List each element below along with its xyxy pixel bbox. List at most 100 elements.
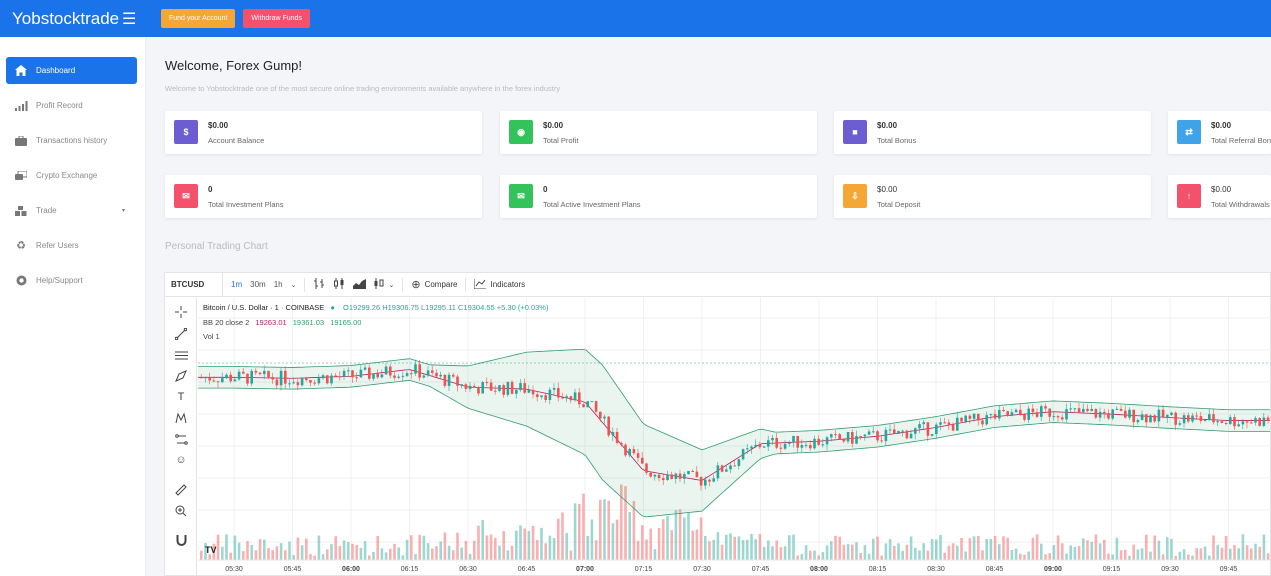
time-axis: 05:30 05:45 06:00 06:15 06:30 06:45 07:00 07:15… <box>198 559 1271 573</box>
candles-icon[interactable] <box>333 278 345 291</box>
volume-bar <box>1182 549 1186 560</box>
timeframe-1h[interactable]: 1h <box>274 280 283 289</box>
candle-body <box>657 474 661 479</box>
chevron-down-icon[interactable]: ⌄ <box>388 281 394 289</box>
volume-bar <box>1073 546 1077 560</box>
volume-bar <box>317 535 321 560</box>
volume-bar <box>342 540 346 560</box>
candle-body <box>410 373 413 375</box>
ruler-icon[interactable] <box>173 482 189 498</box>
chevron-down-icon[interactable]: ⌄ <box>291 281 297 289</box>
crosshair-icon[interactable] <box>173 304 189 320</box>
candle-body <box>1014 409 1018 413</box>
candle-body <box>788 442 791 444</box>
zoom-in-icon[interactable] <box>173 503 189 519</box>
volume-bar <box>300 545 304 560</box>
volume-bar <box>720 544 724 560</box>
sidebar-item-trade[interactable]: Trade ▾ <box>6 197 137 224</box>
volume-bar <box>1111 554 1114 560</box>
emoji-icon[interactable]: ☺ <box>173 452 189 468</box>
volume-bar <box>1056 535 1060 560</box>
envelope-icon: ✉ <box>174 184 198 208</box>
candle-body <box>443 374 447 386</box>
bar-style-icon[interactable] <box>313 278 325 291</box>
pattern-icon[interactable] <box>173 410 189 426</box>
sidebar-item-dashboard[interactable]: Dashboard <box>6 57 137 84</box>
sidebar-item-profit-record[interactable]: Profit Record <box>6 92 137 119</box>
candle-body <box>1128 409 1131 418</box>
volume-bar <box>1107 553 1110 560</box>
text-tool-icon[interactable]: T <box>173 389 189 405</box>
volume-bar <box>615 519 619 560</box>
candle-body <box>590 401 594 403</box>
price-chart[interactable]: 05:30 05:45 06:00 06:15 06:30 06:45 07:00 07:15… <box>198 298 1271 575</box>
candle-body <box>762 446 766 448</box>
sidebar-item-transactions-history[interactable]: Transactions history <box>6 127 137 154</box>
volume-bar <box>569 550 573 560</box>
indicators-icon[interactable] <box>473 278 487 291</box>
volume-bar <box>296 537 300 560</box>
volume-bar <box>670 530 673 560</box>
magnet-icon[interactable] <box>173 532 189 548</box>
candle-body <box>1254 418 1257 423</box>
measure-range-icon[interactable] <box>173 431 189 447</box>
hamburger-icon[interactable]: ☰ <box>122 9 142 29</box>
stat-label: Account Balance <box>208 136 265 145</box>
trend-line-icon[interactable] <box>173 326 189 342</box>
candle-body <box>586 401 589 408</box>
candle-body <box>439 374 442 377</box>
volume-bar <box>863 545 867 560</box>
sidebar-item-refer-users[interactable]: ♻ Refer Users <box>6 232 137 259</box>
brand-logo-text[interactable]: Yobstocktrade <box>0 9 119 29</box>
candle-body <box>935 424 938 435</box>
candle-body <box>817 438 820 445</box>
candle-body <box>1098 411 1102 418</box>
candle-body <box>557 387 560 398</box>
area-chart-icon[interactable] <box>353 278 367 291</box>
candle-body <box>830 434 833 438</box>
symbol-search[interactable]: BTCUSD <box>165 272 223 297</box>
brush-icon[interactable] <box>173 368 189 384</box>
candle-body <box>565 396 568 399</box>
volume-bar <box>258 539 262 560</box>
trading-chart-widget[interactable]: BTCUSD 1m 30m 1h ⌄ ⌄ ⊕ Compare Indicator… <box>164 272 1271 576</box>
volume-bar <box>695 529 699 560</box>
indicators-button[interactable]: Indicators <box>490 280 525 289</box>
candle-body <box>1170 412 1173 415</box>
volume-bar <box>1010 550 1014 560</box>
fund-account-button[interactable]: Fund your Account <box>161 9 236 28</box>
candle-type-icon[interactable] <box>374 278 384 291</box>
sidebar-item-help-support[interactable]: Help/Support <box>6 267 137 294</box>
horizontal-lines-icon[interactable] <box>173 347 189 363</box>
volume-bar <box>565 532 568 560</box>
volume-bar <box>1048 553 1051 560</box>
compare-button[interactable]: Compare <box>425 280 458 289</box>
volume-bar <box>1023 554 1026 560</box>
sidebar-item-crypto-exchange[interactable]: Crypto Exchange <box>6 162 137 189</box>
volume-bar <box>288 541 291 560</box>
candle-body <box>636 453 640 458</box>
candle-body <box>540 395 543 398</box>
timeframe-1m[interactable]: 1m <box>231 280 242 289</box>
candle-body <box>666 474 669 481</box>
stat-card-total-profit: ◉ $0.00 Total Profit <box>500 111 817 154</box>
volume-bar <box>846 544 850 560</box>
volume-bar <box>645 539 648 560</box>
candle-body <box>578 392 581 405</box>
volume-bar <box>502 531 505 560</box>
time-tick-label: 08:15 <box>869 566 887 573</box>
page-title: Welcome, Forex Gump! <box>165 58 303 73</box>
volume-bar <box>397 547 400 560</box>
plus-circle-icon[interactable]: ⊕ <box>411 278 420 291</box>
candle-body <box>599 411 602 419</box>
withdraw-funds-button[interactable]: Withdraw Funds <box>243 9 310 28</box>
chart-toolbar: BTCUSD 1m 30m 1h ⌄ ⌄ ⊕ Compare Indicator… <box>165 272 1271 297</box>
volume-bar <box>431 548 434 560</box>
volume-bar <box>779 547 783 560</box>
candle-body <box>1044 406 1047 409</box>
candle-body <box>284 370 287 384</box>
timeframe-30m[interactable]: 30m <box>250 280 266 289</box>
bb-fill <box>198 349 1270 517</box>
arrow-circle-icon: ↑ <box>1177 184 1201 208</box>
candle-body <box>1056 416 1060 418</box>
